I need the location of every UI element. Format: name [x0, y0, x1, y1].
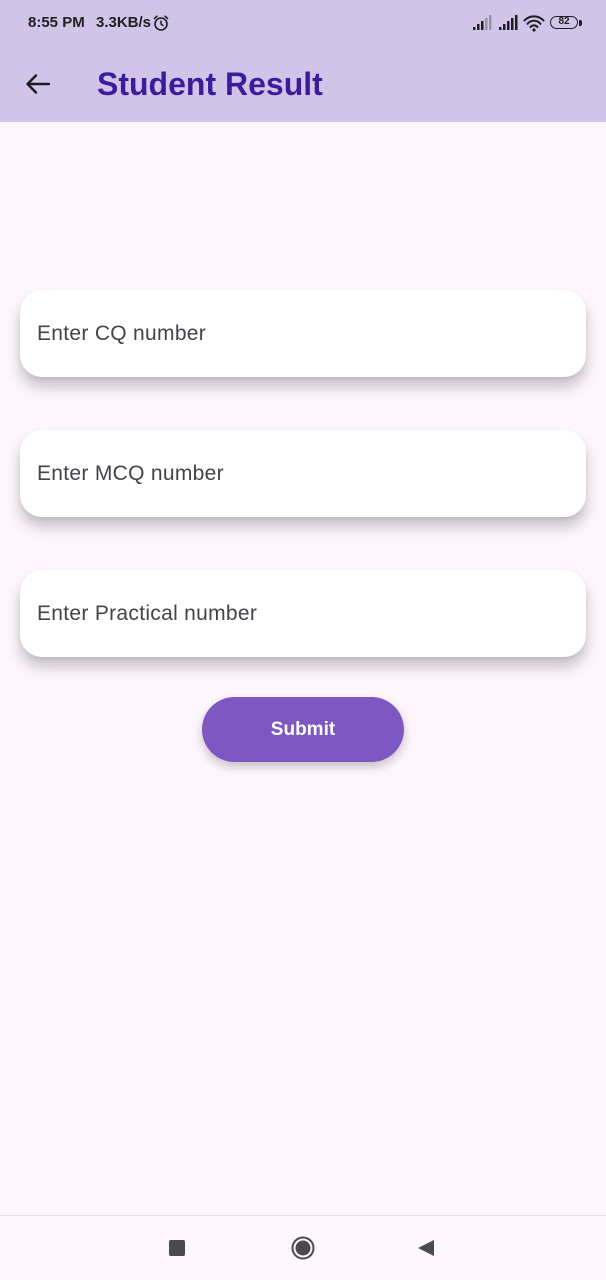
battery-icon: 82: [550, 16, 578, 29]
mcq-number-field[interactable]: [20, 430, 586, 517]
status-bar: 8:55 PM 3.3KB/s 82: [0, 0, 606, 46]
mcq-number-input[interactable]: [20, 430, 586, 517]
page-title: Student Result: [97, 66, 323, 102]
network-speed: 3.3KB/s: [96, 14, 152, 31]
arrow-left-icon: [26, 74, 51, 94]
home-circle-icon[interactable]: [291, 1236, 315, 1260]
alarm-icon: [153, 15, 169, 31]
cq-number-input[interactable]: [20, 290, 586, 377]
app-bar: 8:55 PM 3.3KB/s 82 Student Result: [0, 0, 606, 122]
practical-number-field[interactable]: [20, 570, 586, 657]
signal-icon: [473, 15, 492, 30]
battery-tip: [579, 20, 582, 26]
submit-button[interactable]: Submit: [202, 697, 404, 762]
status-time: 8:55 PM: [28, 14, 85, 31]
cq-number-field[interactable]: [20, 290, 586, 377]
signal-icon: [499, 15, 518, 30]
practical-number-input[interactable]: [20, 570, 586, 657]
wifi-icon: [523, 15, 545, 32]
back-triangle-icon[interactable]: [416, 1238, 436, 1258]
system-nav-bar: [0, 1215, 606, 1280]
back-button[interactable]: [18, 64, 58, 104]
recents-square-icon[interactable]: [169, 1240, 185, 1256]
